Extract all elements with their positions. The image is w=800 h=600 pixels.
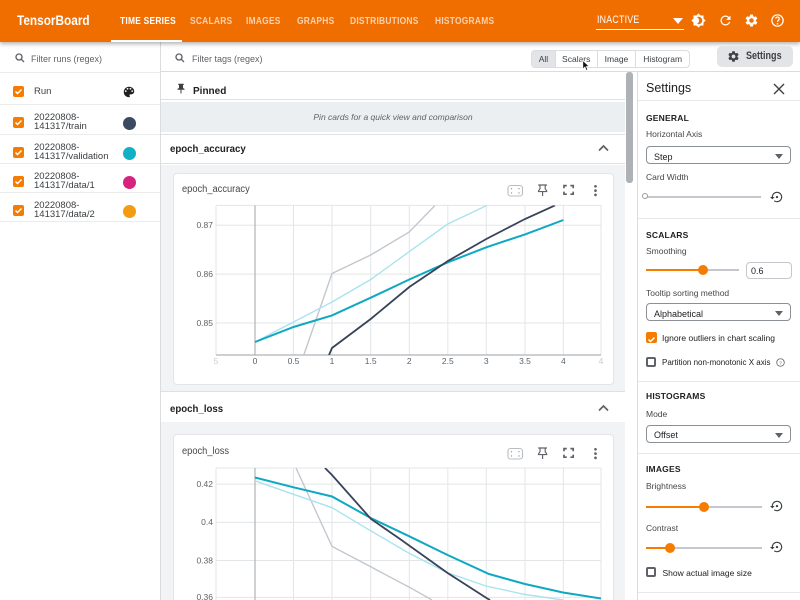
- svg-text:2: 2: [407, 356, 412, 366]
- svg-text:4: 4: [561, 356, 566, 366]
- svg-text:0.42: 0.42: [196, 479, 213, 489]
- svg-text:0.5: 0.5: [288, 356, 300, 366]
- svg-text:?: ?: [779, 360, 782, 366]
- svg-text:1.5: 1.5: [365, 356, 377, 366]
- svg-text:0.4: 0.4: [201, 517, 213, 527]
- svg-text:4: 4: [599, 356, 604, 366]
- svg-text:1: 1: [330, 356, 335, 366]
- svg-text:0.85: 0.85: [196, 318, 213, 328]
- svg-text:3: 3: [484, 356, 489, 366]
- svg-text:5: 5: [214, 356, 219, 366]
- svg-text:0.36: 0.36: [196, 592, 213, 600]
- svg-text:0.38: 0.38: [196, 555, 213, 565]
- svg-text:3.5: 3.5: [519, 356, 531, 366]
- svg-text:0.87: 0.87: [196, 220, 213, 230]
- svg-text:0: 0: [253, 356, 258, 366]
- svg-text:2.5: 2.5: [442, 356, 454, 366]
- svg-text:0.86: 0.86: [196, 269, 213, 279]
